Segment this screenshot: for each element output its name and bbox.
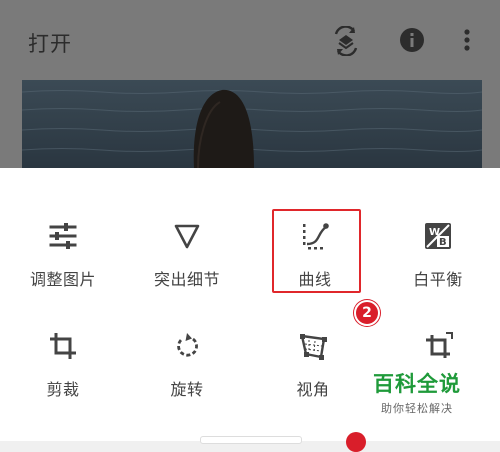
tool-crop[interactable]: 剪裁 <box>8 330 118 400</box>
curves-highlight-box <box>272 209 361 293</box>
tool-tune-image[interactable]: 调整图片 <box>8 220 118 290</box>
tool-label: 白平衡 <box>413 270 463 289</box>
svg-text:B: B <box>439 237 447 248</box>
expand-crop-icon <box>422 330 454 362</box>
sheet-drag-handle[interactable] <box>200 436 302 444</box>
tool-perspective[interactable]: 视角 <box>258 330 368 400</box>
perspective-icon <box>297 330 329 362</box>
tool-details[interactable]: 突出细节 <box>132 220 242 290</box>
details-triangle-icon <box>171 220 203 252</box>
crop-icon <box>47 330 79 362</box>
tool-label: 旋转 <box>170 380 204 399</box>
overlay-left <box>0 80 22 168</box>
watermark: 百科全说 助你轻松解决 <box>362 368 472 416</box>
tool-label: 突出细节 <box>153 270 220 289</box>
rotate-icon <box>171 330 203 362</box>
app-bar: 打开 <box>0 0 500 80</box>
tune-sliders-icon <box>47 220 79 252</box>
open-button[interactable]: 打开 <box>28 28 72 58</box>
tool-label: 剪裁 <box>46 380 80 399</box>
photo-preview <box>22 80 482 168</box>
white-balance-icon: W B <box>422 220 454 252</box>
step-badge: 2 <box>354 300 380 326</box>
tool-rotate[interactable]: 旋转 <box>132 330 242 400</box>
styles-layers-icon[interactable] <box>332 26 360 56</box>
tool-white-balance[interactable]: W B 白平衡 <box>383 220 493 290</box>
tool-label: 视角 <box>296 380 330 399</box>
watermark-title: 百科全说 <box>373 372 461 396</box>
tool-label: 调整图片 <box>29 270 96 289</box>
step-badge-partial <box>346 432 366 452</box>
more-vert-icon[interactable] <box>462 26 472 54</box>
watermark-subtitle: 助你轻松解决 <box>381 402 453 415</box>
info-icon[interactable] <box>398 26 426 54</box>
